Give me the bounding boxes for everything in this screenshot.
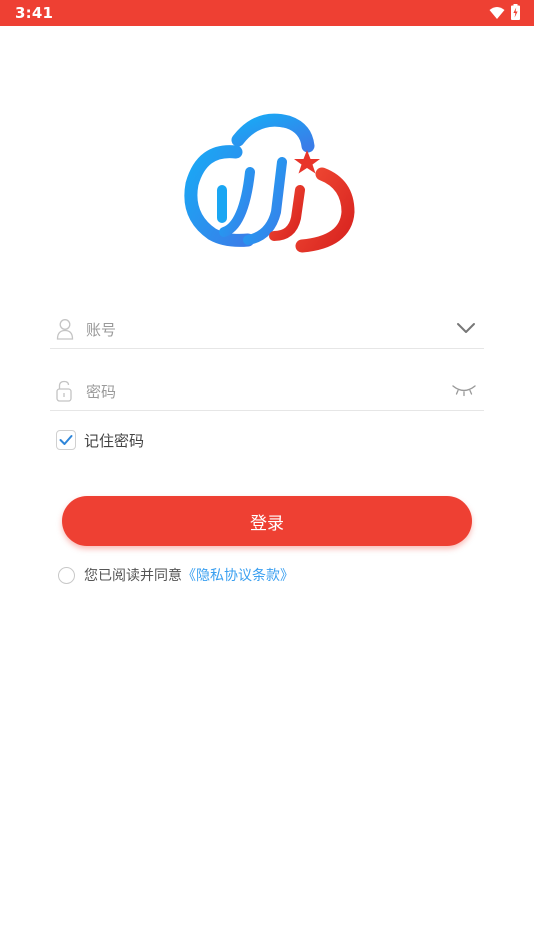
cloud-logo-icon xyxy=(184,113,355,253)
remember-password-checkbox[interactable] xyxy=(56,430,76,450)
eye-closed-icon xyxy=(452,385,476,397)
status-time: 3:41 xyxy=(15,4,54,22)
app-logo xyxy=(178,112,358,254)
password-input[interactable] xyxy=(86,378,426,406)
password-visibility-toggle[interactable] xyxy=(452,382,476,401)
wifi-icon xyxy=(489,5,505,24)
chevron-down-icon xyxy=(457,323,475,333)
checkmark-icon xyxy=(59,435,73,445)
remember-password-label: 记住密码 xyxy=(84,431,145,450)
privacy-agreement-row: 您已阅读并同意 《隐私协议条款》 xyxy=(58,565,294,585)
status-icons xyxy=(489,4,520,24)
login-button[interactable]: 登录 xyxy=(62,496,472,546)
lock-icon xyxy=(56,380,72,406)
battery-charging-icon xyxy=(511,4,520,24)
account-input[interactable] xyxy=(86,316,426,344)
agreement-text: 您已阅读并同意 xyxy=(84,568,182,584)
privacy-policy-link[interactable]: 《隐私协议条款》 xyxy=(182,565,294,585)
account-dropdown-button[interactable] xyxy=(456,320,476,339)
remember-password-row[interactable]: 记住密码 xyxy=(56,429,144,451)
password-field-row xyxy=(50,374,484,411)
account-field-row xyxy=(50,312,484,349)
privacy-agreement-checkbox[interactable] xyxy=(58,566,75,584)
user-icon xyxy=(56,318,74,344)
status-bar: 3:41 xyxy=(0,0,534,26)
